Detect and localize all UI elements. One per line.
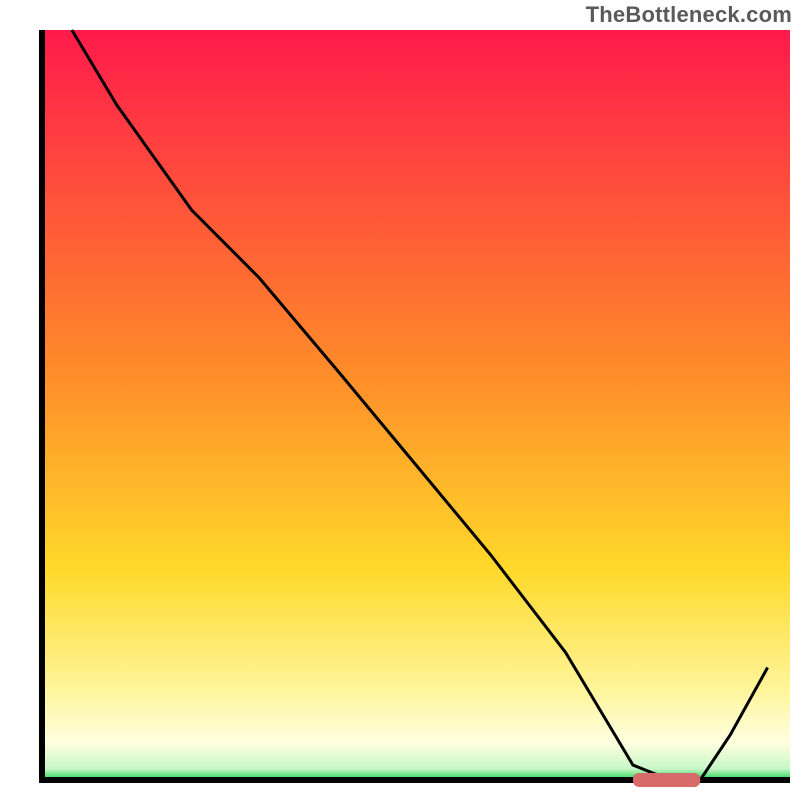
chart-svg [0, 0, 800, 800]
plot-background [42, 30, 790, 780]
optimal-marker [633, 773, 700, 787]
chart-stage: TheBottleneck.com [0, 0, 800, 800]
